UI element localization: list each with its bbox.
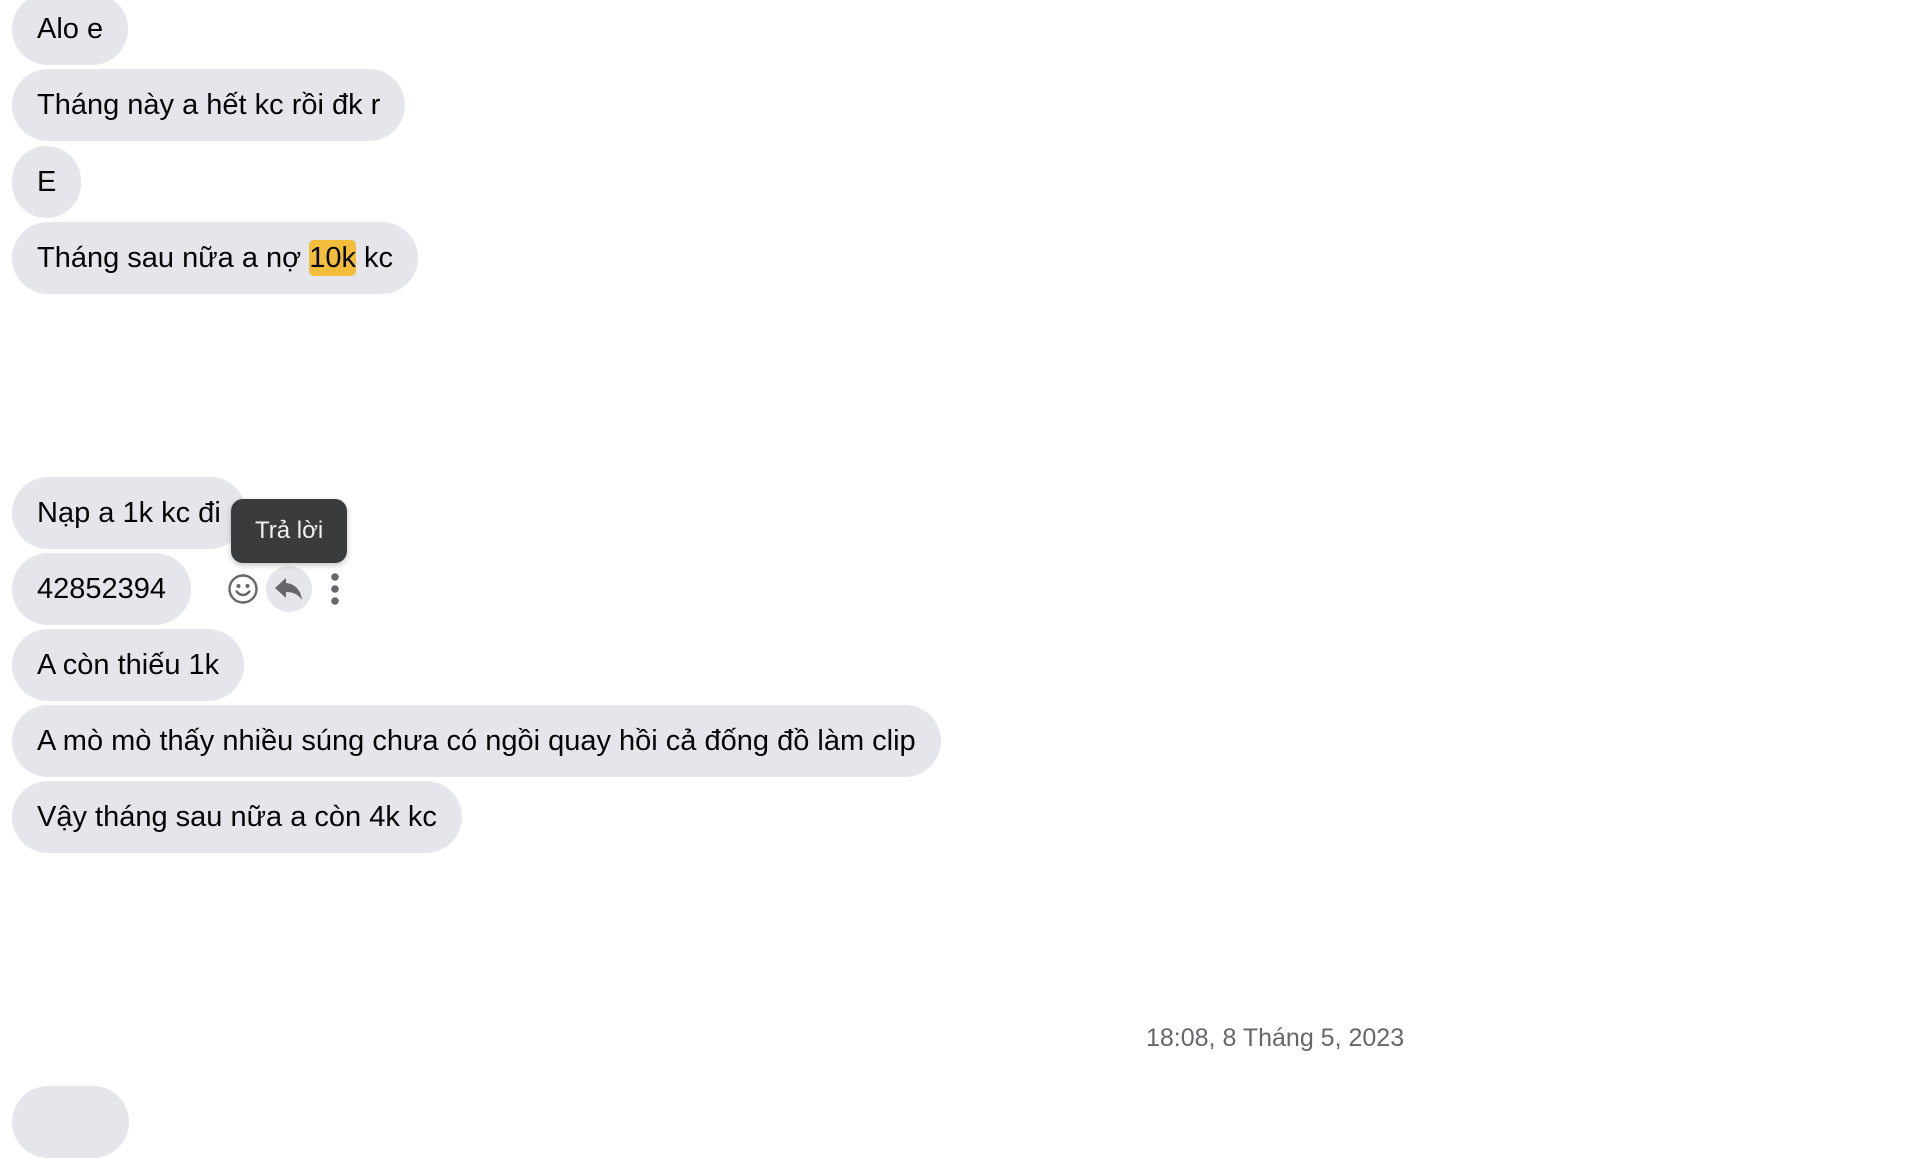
more-vertical-icon (331, 573, 339, 605)
message-bubble[interactable]: Tháng này a hết kc rồi đk r (12, 69, 406, 141)
message-bubble[interactable]: Tháng sau nữa a nợ 10k kc (12, 222, 419, 294)
reply-button[interactable] (266, 566, 312, 612)
message-bubble-hovered[interactable]: 42852394 (12, 553, 192, 625)
reply-arrow-icon (275, 578, 302, 600)
message-bubble[interactable]: A còn thiếu 1k (12, 629, 245, 701)
react-button[interactable] (220, 566, 266, 612)
message-bubble[interactable]: E (12, 146, 82, 218)
more-button[interactable] (312, 566, 358, 612)
message-text: Tháng này a hết kc rồi đk r (37, 89, 381, 121)
message-bubble[interactable]: Alo e (12, 0, 129, 65)
message-text: A mò mò thấy nhiều súng chưa có ngồi qua… (37, 725, 916, 757)
smiley-icon (228, 574, 258, 604)
message-text: E (37, 166, 57, 198)
timestamp-divider: 18:08, 8 Tháng 5, 2023 (1146, 1024, 1405, 1052)
message-bubble-partial[interactable] (12, 1086, 129, 1158)
message-text: Alo e (37, 13, 104, 45)
reply-tooltip: Trả lời (231, 499, 348, 563)
message-text: A còn thiếu 1k (37, 649, 220, 681)
message-text: Vậy tháng sau nữa a còn 4k kc (37, 801, 437, 833)
search-highlight: 10k (309, 240, 356, 276)
message-text-after: kc (355, 242, 394, 274)
message-actions (220, 566, 358, 612)
message-text: Nạp a 1k kc đi (37, 497, 221, 529)
message-bubble[interactable]: Nạp a 1k kc đi (12, 477, 246, 549)
message-text-before: Tháng sau nữa a nợ (37, 242, 310, 274)
message-text: 42852394 (37, 573, 167, 605)
message-bubble[interactable]: Vậy tháng sau nữa a còn 4k kc (12, 781, 462, 853)
message-bubble[interactable]: A mò mò thấy nhiều súng chưa có ngồi qua… (12, 705, 941, 777)
